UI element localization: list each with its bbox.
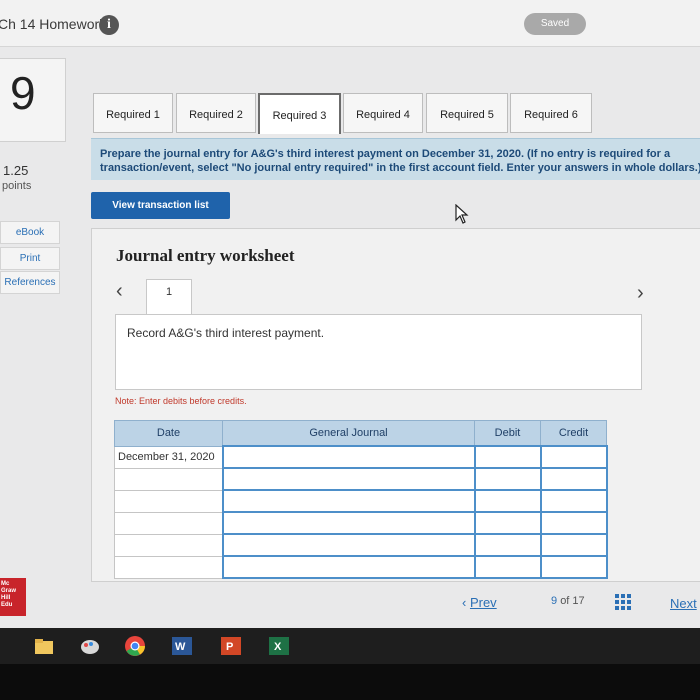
credit-input[interactable] <box>539 511 608 535</box>
table-header-row: Date General Journal Debit Credit <box>114 420 607 447</box>
date-cell[interactable] <box>114 555 223 579</box>
debit-input[interactable] <box>473 555 542 579</box>
page-indicator: 9 of 17 <box>551 595 585 607</box>
date-cell[interactable] <box>114 489 223 513</box>
word-icon[interactable]: W <box>171 635 193 657</box>
account-input[interactable] <box>221 445 476 469</box>
account-input[interactable] <box>221 533 476 557</box>
credit-input[interactable] <box>539 555 608 579</box>
powerpoint-icon[interactable]: P <box>220 635 242 657</box>
credit-input[interactable] <box>539 445 608 469</box>
credit-input[interactable] <box>539 489 608 513</box>
header-date: Date <box>114 420 223 447</box>
svg-text:W: W <box>175 641 186 653</box>
credit-input[interactable] <box>539 467 608 491</box>
svg-text:P: P <box>226 641 233 653</box>
table-row: December 31, 2020 <box>114 445 608 469</box>
saved-status-badge: Saved <box>524 13 586 35</box>
chevron-left-icon[interactable]: ‹ <box>116 280 123 303</box>
header-general-journal: General Journal <box>222 420 475 447</box>
debit-input[interactable] <box>473 467 542 491</box>
date-cell[interactable] <box>114 467 223 491</box>
table-row <box>114 555 608 579</box>
monitor-bezel <box>0 664 700 700</box>
next-button[interactable]: Next <box>670 596 697 611</box>
assignment-title: Ch 14 Homework <box>0 16 107 32</box>
debit-input[interactable] <box>473 533 542 557</box>
debit-input[interactable] <box>473 489 542 513</box>
date-cell[interactable] <box>114 511 223 535</box>
header-credit: Credit <box>540 420 607 447</box>
excel-icon[interactable]: X <box>268 635 290 657</box>
print-link[interactable]: Print <box>0 247 60 270</box>
tab-required-3[interactable]: Required 3 <box>258 93 341 134</box>
info-icon[interactable]: i <box>99 15 119 35</box>
table-row <box>114 533 608 557</box>
debit-input[interactable] <box>473 445 542 469</box>
account-input[interactable] <box>221 511 476 535</box>
instruction-line-2: transaction/event, select "No journal en… <box>100 162 700 174</box>
chevron-right-icon[interactable]: › <box>637 282 644 305</box>
points-value: 1.25 <box>3 163 29 178</box>
chevron-left-icon: ‹ <box>462 595 470 610</box>
account-input[interactable] <box>221 555 476 579</box>
debits-credits-note: Note: Enter debits before credits. <box>115 396 247 406</box>
ebook-link[interactable]: eBook <box>0 221 60 244</box>
svg-text:X: X <box>274 641 282 653</box>
page-current: 9 <box>551 595 558 607</box>
prev-button[interactable]: ‹ Prev <box>462 595 497 610</box>
mcgraw-hill-logo: Mc Graw Hill Edu <box>0 578 26 616</box>
prev-label: Prev <box>469 595 497 610</box>
os-taskbar <box>0 628 700 664</box>
entry-tab-1[interactable]: 1 <box>146 279 192 314</box>
tab-required-4[interactable]: Required 4 <box>343 93 423 133</box>
chrome-icon[interactable] <box>124 635 146 657</box>
journal-table: Date General Journal Debit Credit Decemb… <box>114 420 608 579</box>
instruction-banner: Prepare the journal entry for A&G's thir… <box>91 138 700 180</box>
references-link[interactable]: References <box>0 271 60 294</box>
tab-required-6[interactable]: Required 6 <box>510 93 592 133</box>
header-debit: Debit <box>474 420 541 447</box>
mouse-cursor-icon <box>455 204 469 224</box>
points-label: points <box>2 180 32 192</box>
date-cell[interactable] <box>114 533 223 557</box>
paint-icon[interactable] <box>79 635 101 657</box>
tab-required-1[interactable]: Required 1 <box>93 93 173 133</box>
account-input[interactable] <box>221 489 476 513</box>
table-row <box>114 511 608 535</box>
table-row <box>114 467 608 491</box>
tab-required-5[interactable]: Required 5 <box>426 93 508 133</box>
tab-required-2[interactable]: Required 2 <box>176 93 256 133</box>
question-number: 9 <box>10 67 36 119</box>
grid-icon[interactable] <box>615 594 631 610</box>
account-input[interactable] <box>221 467 476 491</box>
file-explorer-icon[interactable] <box>33 635 55 657</box>
instruction-line-1: Prepare the journal entry for A&G's thir… <box>100 148 671 160</box>
debit-input[interactable] <box>473 511 542 535</box>
view-transaction-list-button[interactable]: View transaction list <box>91 192 230 219</box>
date-cell[interactable]: December 31, 2020 <box>114 445 223 469</box>
credit-input[interactable] <box>539 533 608 557</box>
worksheet-title: Journal entry worksheet <box>116 246 295 265</box>
entry-description: Record A&G's third interest payment. <box>127 326 325 340</box>
page-total: of 17 <box>560 595 585 607</box>
table-row <box>114 489 608 513</box>
